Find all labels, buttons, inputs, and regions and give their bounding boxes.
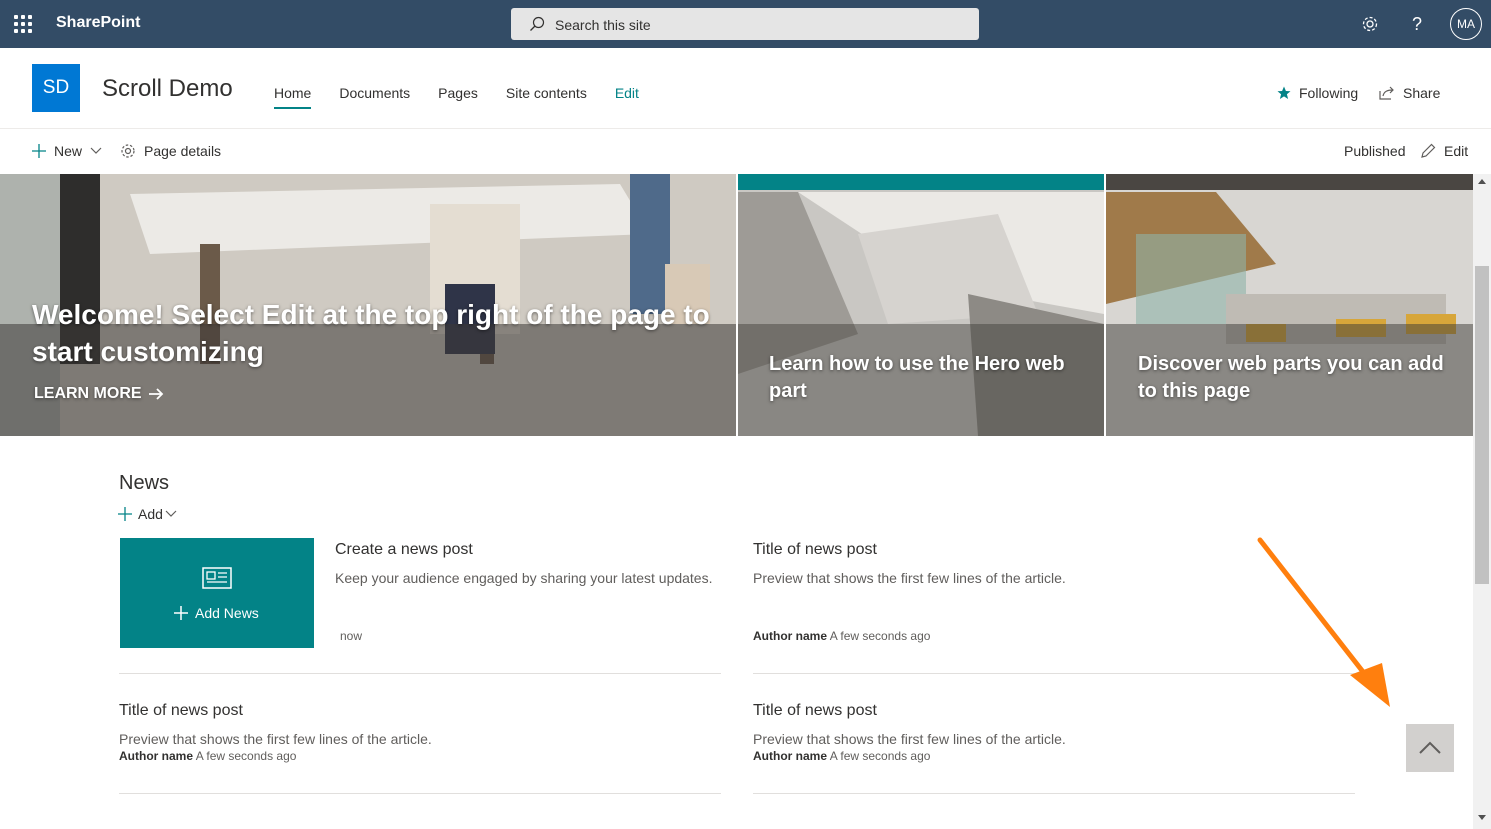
site-header: SD Scroll Demo Home Documents Pages Site… [0,48,1491,129]
nav-edit-link[interactable]: Edit [615,85,639,109]
pencil-icon [1421,143,1436,158]
news-post-title[interactable]: Title of news post [753,541,877,559]
new-label: New [54,143,83,159]
page-scrollbar[interactable] [1473,174,1491,829]
news-post-author[interactable]: Author name [753,629,827,643]
news-post-meta: Author name A few seconds ago [119,749,296,763]
add-news-dropdown[interactable]: Add [118,506,177,522]
scroll-up-arrow-icon[interactable] [1473,174,1491,188]
hero-tile-3-title: Discover web parts you can add to this p… [1138,353,1444,402]
news-post-preview: Preview that shows the first few lines o… [753,731,1066,747]
star-icon [1277,86,1291,99]
news-post-time: A few seconds ago [829,629,931,643]
news-post-time: A few seconds ago [829,749,931,763]
share-icon [1379,86,1394,100]
following-label: Following [1299,85,1359,101]
news-post-time: A few seconds ago [195,749,297,763]
chevron-up-icon [1419,741,1441,754]
news-post-preview: Preview that shows the first few lines o… [753,570,1066,586]
news-post-title[interactable]: Title of news post [753,702,877,720]
site-title[interactable]: Scroll Demo [102,75,233,103]
page-details-button[interactable]: Page details [120,143,221,159]
nav-pages[interactable]: Pages [438,85,478,109]
edit-label: Edit [1444,143,1469,159]
news-post-preview: Keep your audience engaged by sharing yo… [335,570,713,586]
gear-icon [121,144,135,158]
plus-icon [118,507,132,521]
news-post-preview: Preview that shows the first few lines o… [119,731,432,747]
command-bar: New Page details Published Edit [0,129,1491,173]
settings-icon[interactable] [1358,12,1382,36]
news-post-time: now [340,629,363,643]
site-nav: Home Documents Pages Site contents Edit [274,85,667,109]
learn-more-label: LEARN MORE [34,385,142,402]
hero-tile-main[interactable]: Welcome! Select Edit at the top right of… [0,174,736,436]
nav-documents[interactable]: Documents [339,85,410,109]
news-icon [202,567,232,589]
news-heading: News [119,472,170,494]
add-news-card[interactable]: Add News [120,538,314,648]
page-details-label: Page details [144,143,222,159]
publish-status: Published [1344,143,1406,159]
news-post-meta: Author name A few seconds ago [753,749,930,763]
site-logo[interactable]: SD [32,64,80,112]
learn-more-link[interactable]: LEARN MORE [34,385,164,403]
divider [119,793,721,794]
chevron-down-icon [90,147,102,154]
arrow-right-icon [148,388,163,400]
help-icon[interactable]: ? [1405,12,1429,36]
divider [119,673,721,674]
hero-tile-3[interactable]: Discover web parts you can add to this p… [1106,174,1473,436]
plus-icon [174,606,188,620]
app-name[interactable]: SharePoint [56,14,140,32]
annotation-arrow [1257,537,1390,707]
scrollbar-thumb[interactable] [1475,266,1489,584]
avatar[interactable]: MA [1450,8,1482,40]
share-label: Share [1403,85,1441,101]
news-post-meta: Author name A few seconds ago [753,629,930,643]
back-to-top-button[interactable] [1406,724,1454,772]
hero-tile-2-title: Learn how to use the Hero web part [769,353,1065,402]
divider [753,793,1355,794]
plus-icon [32,144,46,158]
search-box[interactable]: Search this site [511,8,979,40]
news-post-title[interactable]: Title of news post [119,702,243,720]
news-post-author[interactable]: Author name [753,749,827,763]
add-label: Add [138,506,163,522]
search-placeholder: Search this site [555,17,651,33]
nav-site-contents[interactable]: Site contents [506,85,587,109]
add-news-button[interactable]: Add News [174,605,259,621]
nav-home[interactable]: Home [274,85,312,109]
share-button[interactable]: Share [1379,85,1440,101]
news-post-author[interactable]: Author name [119,749,193,763]
search-icon [530,16,545,31]
edit-button[interactable]: Edit [1420,143,1468,159]
scroll-down-arrow-icon[interactable] [1473,811,1491,825]
new-button[interactable]: New [32,143,102,159]
hero-tile-2[interactable]: Learn how to use the Hero web part [738,174,1104,436]
news-post-title[interactable]: Create a news post [335,541,473,559]
add-news-label: Add News [195,605,259,621]
chevron-down-icon [165,510,177,517]
hero-main-title: Welcome! Select Edit at the top right of… [32,299,710,367]
suite-bar: SharePoint Search this site ? MA [0,0,1491,48]
app-launcher-icon[interactable] [14,15,32,33]
following-button[interactable]: Following [1277,85,1358,101]
